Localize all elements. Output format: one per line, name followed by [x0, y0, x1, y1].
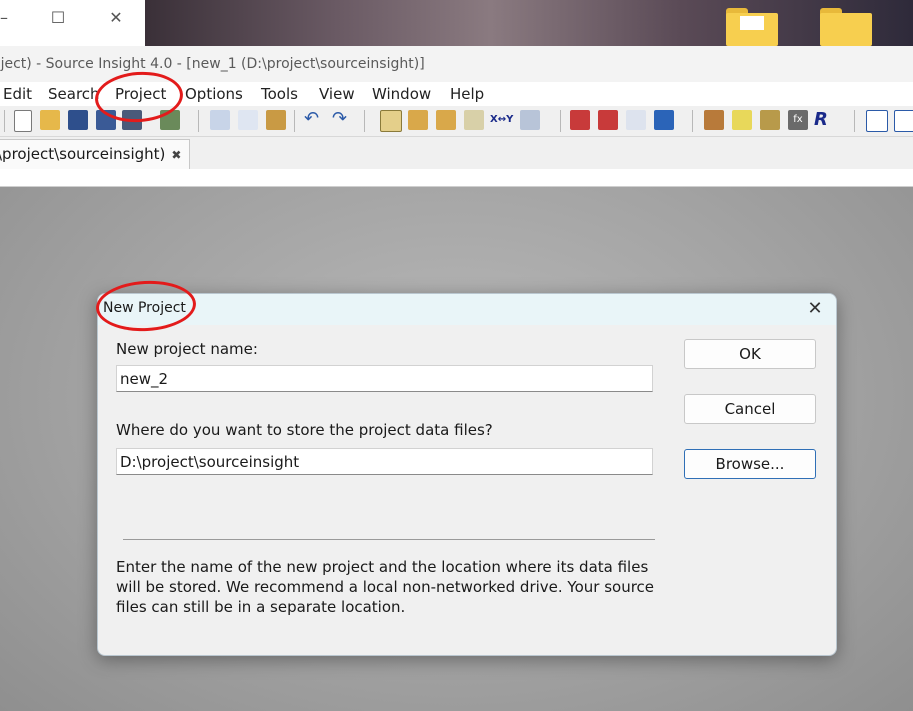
go-to-line-icon[interactable] — [626, 110, 646, 130]
project-name-input[interactable] — [116, 365, 653, 392]
undo-icon[interactable]: ↶ — [304, 110, 324, 130]
print-icon[interactable] — [160, 110, 180, 130]
save-all-icon[interactable] — [96, 110, 116, 130]
search-forward-icon[interactable] — [436, 110, 456, 130]
copy-icon[interactable] — [238, 110, 258, 130]
redo-icon[interactable]: ↷ — [332, 110, 352, 130]
replace-icon[interactable]: X↔Y — [490, 110, 513, 130]
bookmark-next-icon[interactable] — [598, 110, 618, 130]
new-project-dialog: New Project ✕ New project name: Where do… — [97, 293, 837, 656]
menu-edit[interactable]: Edit — [3, 85, 32, 103]
project-window-icon[interactable] — [704, 110, 724, 130]
minimize-icon[interactable]: – — [0, 8, 14, 28]
rebuild-project-icon[interactable]: R — [814, 110, 834, 130]
close-file-icon[interactable] — [122, 110, 142, 130]
menu-window[interactable]: Window — [372, 85, 431, 103]
tab-close-icon[interactable]: ✖ — [171, 148, 181, 162]
save-icon[interactable] — [68, 110, 88, 130]
paste-icon[interactable] — [266, 110, 286, 130]
layout-grid-icon[interactable] — [866, 110, 888, 132]
dialog-description: Enter the name of the new project and th… — [116, 558, 655, 616]
editor-header-strip — [0, 169, 913, 187]
dialog-title-bar: New Project ✕ — [98, 294, 836, 325]
menu-view[interactable]: View — [319, 85, 355, 103]
cancel-button[interactable]: Cancel — [684, 394, 816, 424]
dialog-title: New Project — [103, 300, 186, 316]
app-title-bar: oject) - Source Insight 4.0 - [new_1 (D:… — [0, 46, 913, 82]
folder-icon[interactable] — [820, 8, 872, 46]
toolbar: ↶ ↷ X↔Y fx R — [0, 106, 913, 137]
maximize-icon[interactable]: ☐ — [48, 8, 68, 28]
browse-button[interactable]: Browse... — [684, 449, 816, 479]
relation-window-icon[interactable] — [760, 110, 780, 130]
close-icon[interactable]: ✕ — [106, 8, 126, 28]
desktop-wallpaper — [145, 0, 913, 46]
search-files-icon[interactable] — [464, 110, 484, 130]
web-search-icon[interactable] — [520, 110, 540, 130]
close-icon[interactable]: ✕ — [804, 298, 826, 320]
dialog-divider — [123, 539, 655, 540]
project-name-label: New project name: — [116, 340, 258, 358]
menu-tools[interactable]: Tools — [261, 85, 298, 103]
menu-help[interactable]: Help — [450, 85, 484, 103]
new-file-icon[interactable] — [14, 110, 32, 132]
window-title: oject) - Source Insight 4.0 - [new_1 (D:… — [0, 56, 425, 72]
tab-current-file[interactable]: \project\sourceinsight) ✖ — [0, 139, 191, 169]
folder-icon[interactable] — [726, 8, 778, 46]
menu-options[interactable]: Options — [185, 85, 243, 103]
menu-search[interactable]: Search — [48, 85, 100, 103]
window-top-bar: – ☐ ✕ — [0, 0, 913, 46]
symbol-window-icon[interactable] — [732, 110, 752, 130]
find-icon[interactable] — [380, 110, 402, 132]
document-tab-strip: \project\sourceinsight) ✖ — [0, 137, 913, 169]
tab-label: \project\sourceinsight) — [0, 145, 166, 163]
ok-button[interactable]: OK — [684, 339, 816, 369]
project-location-input[interactable] — [116, 448, 653, 475]
location-label: Where do you want to store the project d… — [116, 421, 493, 439]
bookmark-prev-icon[interactable] — [570, 110, 590, 130]
function-icon[interactable]: fx — [788, 110, 808, 130]
layout-list-icon[interactable] — [894, 110, 913, 132]
cut-icon[interactable] — [210, 110, 230, 130]
bookmark-star-icon[interactable] — [654, 110, 674, 130]
menu-bar: Edit Search Project Options Tools View W… — [0, 82, 913, 106]
open-folder-icon[interactable] — [40, 110, 60, 130]
search-backward-icon[interactable] — [408, 110, 428, 130]
menu-project[interactable]: Project — [115, 85, 166, 103]
